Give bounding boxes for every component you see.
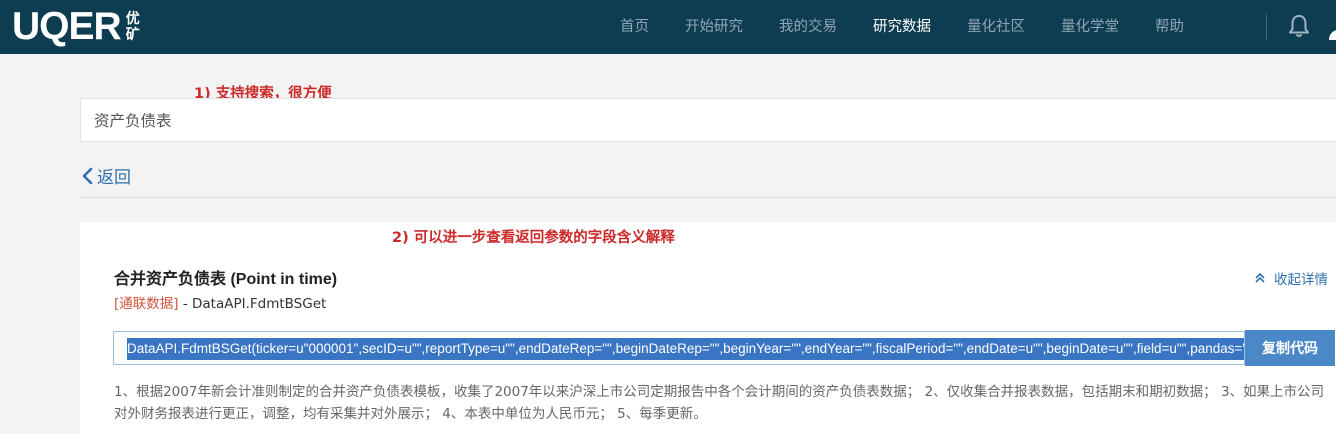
logo-sub-char-1: 优 (125, 11, 140, 27)
nav-item-start-research[interactable]: 开始研究 (685, 0, 743, 54)
uqer-logo[interactable]: UQER 优 矿 (12, 5, 140, 48)
user-avatar-icon[interactable] (1328, 30, 1336, 40)
search-box[interactable] (80, 98, 1336, 142)
api-title: 合并资产负债表 (Point in time) (114, 271, 338, 288)
annotation-fields: 2) 可以进一步查看返回参数的字段含义解释 (392, 230, 675, 246)
collapse-details-link[interactable]: 收起详情 (1254, 268, 1328, 288)
api-function-name: - DataAPI.FdmtBSGet (178, 296, 327, 312)
bell-icon[interactable] (1288, 14, 1310, 38)
chevron-left-icon (82, 167, 93, 184)
api-detail-card: 2) 可以进一步查看返回参数的字段含义解释 合并资产负债表 (Point in … (80, 222, 1336, 434)
search-input[interactable] (81, 99, 1336, 141)
collapse-label: 收起详情 (1274, 272, 1328, 288)
api-description: 1、根据2007年新会计准则制定的合并资产负债表模板，收集了2007年以来沪深上… (114, 384, 1325, 422)
api-code-field[interactable]: DataAPI.FdmtBSGet(ticker=u"000001",secID… (113, 331, 1245, 365)
nav-divider (1266, 14, 1267, 40)
back-label: 返回 (97, 168, 131, 188)
logo-sub-char-2: 矿 (125, 27, 140, 43)
logo-subtitle: 优 矿 (126, 11, 140, 43)
source-tag-link[interactable]: [通联数据] (114, 296, 179, 312)
nav-item-academy[interactable]: 量化学堂 (1061, 0, 1119, 54)
api-code-selected-text: DataAPI.FdmtBSGet(ticker=u"000001",secID… (127, 338, 1244, 360)
logo-text: UQER (12, 5, 122, 48)
top-navigation-bar: UQER 优 矿 首页 开始研究 我的交易 研究数据 量化社区 量化学堂 帮助 (0, 0, 1336, 54)
nav-item-my-trades[interactable]: 我的交易 (779, 0, 837, 54)
nav-item-help[interactable]: 帮助 (1155, 0, 1184, 54)
copy-code-button[interactable]: 复制代码 (1245, 330, 1335, 366)
nav-item-research-data[interactable]: 研究数据 (873, 0, 931, 54)
section-separator (80, 197, 1336, 198)
nav-item-home[interactable]: 首页 (620, 0, 649, 54)
back-link[interactable]: 返回 (80, 163, 131, 188)
main-nav: 首页 开始研究 我的交易 研究数据 量化社区 量化学堂 帮助 (620, 0, 1220, 54)
api-source: [通联数据] - DataAPI.FdmtBSGet (114, 292, 326, 312)
nav-item-community[interactable]: 量化社区 (967, 0, 1025, 54)
double-chevron-up-icon (1255, 272, 1265, 283)
